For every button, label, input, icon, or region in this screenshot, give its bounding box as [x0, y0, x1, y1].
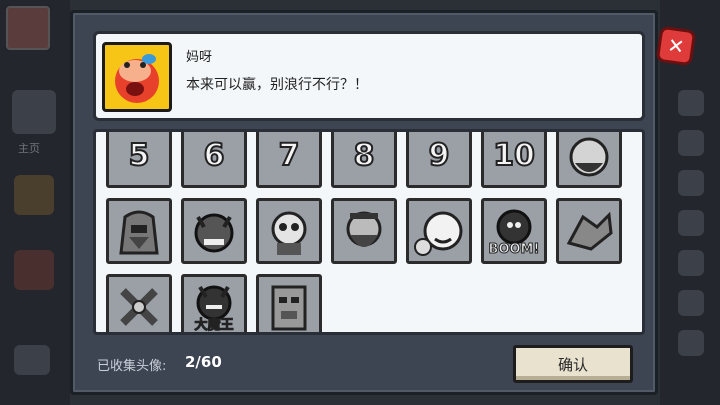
- speech-text: 本来可以赢，别浪行不行？！: [186, 77, 368, 93]
- shop-icon: [678, 250, 704, 276]
- avatar-level-6[interactable]: 6: [181, 132, 247, 188]
- level-5-badge-icon: 5: [128, 137, 151, 174]
- confirm-button[interactable]: 确认: [513, 345, 633, 383]
- avatar-bomb[interactable]: BOOM!: [481, 198, 547, 264]
- treasure-icon: [14, 175, 54, 215]
- close-button[interactable]: ✕: [655, 25, 697, 67]
- gauntlet-avatar-icon: [566, 211, 613, 251]
- collected-label: 已收集头像:: [97, 359, 167, 374]
- gift-icon: [678, 170, 704, 196]
- collected-count: 2/60: [185, 353, 222, 371]
- hooded-knight-avatar-icon: [119, 210, 159, 255]
- horned-demon-avatar-icon: [194, 213, 234, 253]
- target-icon: [14, 250, 54, 290]
- level-9-badge-icon: 9: [428, 137, 451, 174]
- avatar-skull-warrior[interactable]: [256, 198, 322, 264]
- background-left-sidebar: 主页: [0, 0, 70, 405]
- level-8-badge-icon: 8: [353, 137, 376, 174]
- level-7-badge-icon: 7: [278, 137, 301, 174]
- avatar-level-7[interactable]: 7: [256, 132, 322, 188]
- avatar-chubby-hero[interactable]: [406, 198, 472, 264]
- avatar-level-8[interactable]: 8: [331, 132, 397, 188]
- avatar-gauntlet[interactable]: [556, 198, 622, 264]
- pirate-avatar-icon: [569, 137, 609, 177]
- calendar-icon: [678, 290, 704, 316]
- level-6-badge-icon: 6: [203, 137, 226, 174]
- pig-face-portrait-icon: [102, 42, 172, 112]
- speech-header: 妈呀 本来可以赢，别浪行不行？！: [93, 31, 645, 121]
- skull-warrior-avatar-icon: [271, 211, 307, 255]
- demon-king-avatar-label: 大魔王: [194, 318, 234, 333]
- avatar-crossed-axes[interactable]: [106, 274, 172, 332]
- sidebar-home-label: 主页: [18, 142, 40, 155]
- avatar-bearded-villain[interactable]: [331, 198, 397, 264]
- totem-mask-avatar-icon: [271, 285, 307, 331]
- chubby-hero-avatar-icon: [414, 211, 463, 256]
- friends-icon: [14, 345, 50, 375]
- avatar-level-9[interactable]: 9: [406, 132, 472, 188]
- avatar-grid: 5 6 7 8 9 10 BOOM! 大魔王: [93, 129, 645, 335]
- avatar-horned-demon[interactable]: [181, 198, 247, 264]
- avatar-level-5[interactable]: 5: [106, 132, 172, 188]
- avatar-hooded-knight[interactable]: [106, 198, 172, 264]
- avatar-level-10[interactable]: 10: [481, 132, 547, 188]
- bomb-avatar-label: BOOM!: [488, 242, 540, 258]
- player-avatar: [6, 6, 50, 50]
- close-x-icon: ✕: [666, 32, 686, 60]
- avatar-pirate[interactable]: [556, 132, 622, 188]
- crossed-axes-avatar-icon: [120, 288, 158, 326]
- notebook-icon: [678, 330, 704, 356]
- avatar-collection-dialog: 妈呀 本来可以赢，别浪行不行？！ 5 6 7 8 9 10 BOOM! 大魔王 …: [70, 10, 658, 395]
- speaker-name: 妈呀: [186, 50, 213, 65]
- avatar-demon-king[interactable]: 大魔王: [181, 274, 247, 333]
- chart-icon: [678, 130, 704, 156]
- menu-icon: [678, 90, 704, 116]
- hammer-icon: [12, 90, 56, 134]
- level-10-badge-icon: 10: [492, 137, 536, 174]
- bearded-villain-avatar-icon: [346, 211, 382, 247]
- book-icon: [678, 210, 704, 236]
- avatar-totem-mask[interactable]: [256, 274, 322, 332]
